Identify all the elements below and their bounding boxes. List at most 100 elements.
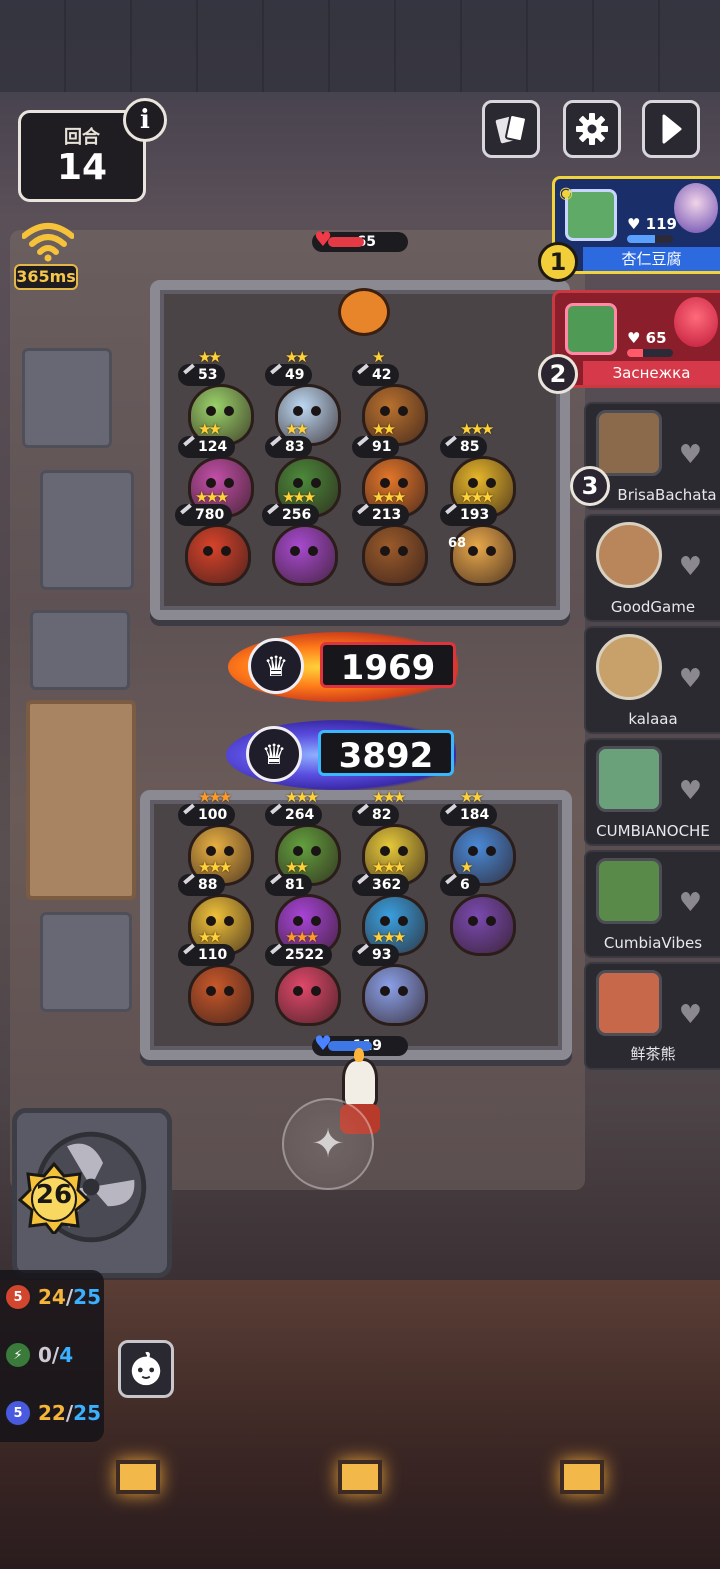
unit-attack-value: 53 — [198, 367, 218, 383]
metal-plate — [22, 348, 112, 448]
unit-attack-label: 193 — [440, 503, 498, 526]
player-unit[interactable]: ★★★ 93 — [352, 928, 438, 1028]
unit-sprite — [450, 524, 516, 586]
sword-icon — [270, 363, 282, 375]
metal-plate — [30, 610, 130, 690]
metal-plate — [40, 912, 132, 1012]
rank-badge: 2 — [538, 354, 578, 394]
sword-icon — [183, 363, 195, 375]
gear-icon — [576, 113, 608, 145]
player-unit[interactable]: ★★★ 2522 — [265, 928, 351, 1028]
eye-icon: ◉ — [559, 183, 573, 202]
unit-eye — [398, 406, 408, 416]
unit-attack-label: 2522 — [265, 943, 332, 966]
resource-current: 24 — [38, 1285, 66, 1309]
unit-eye — [293, 846, 303, 856]
sword-icon — [357, 363, 369, 375]
player-avatar — [596, 970, 662, 1036]
unit-eye — [468, 478, 478, 488]
player-unit[interactable]: ★★ 110 — [178, 928, 264, 1028]
unit-eye — [398, 986, 408, 996]
unit-attack-value: 100 — [198, 807, 228, 823]
sword-icon — [270, 873, 282, 885]
unit-sprite — [272, 524, 338, 586]
unit-eye — [486, 478, 496, 488]
resource-max: 25 — [73, 1401, 101, 1425]
sword-icon — [183, 943, 195, 955]
unit-eye — [468, 916, 478, 926]
unit-eye — [308, 546, 318, 556]
settings-button[interactable] — [563, 100, 621, 158]
unit-attack-value: 124 — [198, 439, 228, 455]
player-name: 鲜茶熊 — [630, 1045, 676, 1063]
player-card-8[interactable]: ♥ 鲜茶熊 — [584, 962, 720, 1070]
unit-label: 68 — [448, 536, 467, 551]
unit-eye — [380, 478, 390, 488]
hero-portrait — [674, 297, 718, 347]
unit-attack-label: 100 — [178, 803, 236, 826]
joystick[interactable]: ✦ — [282, 1098, 374, 1190]
unit-attack-value: 88 — [198, 877, 218, 893]
enemy-power: 1969 — [320, 642, 456, 688]
swords-icon: 5 — [4, 1283, 32, 1311]
sword-icon — [357, 873, 369, 885]
player-card-5[interactable]: ♥ kalaaa — [584, 626, 720, 734]
unit-attack-value: 110 — [198, 947, 228, 963]
unit-attack-label: 780 — [175, 503, 233, 526]
resource-row: 5 22/25 — [4, 1398, 101, 1428]
unit-attack-value: 213 — [372, 507, 402, 523]
unit-attack-label: 88 — [178, 873, 226, 896]
player-avatar — [596, 410, 662, 476]
player-power-banner: ♛ 3892 — [226, 720, 466, 790]
enemy-unit: ★★★ 213 — [352, 488, 438, 588]
window — [338, 1460, 382, 1494]
enemy-pet — [338, 288, 390, 336]
player-card-7[interactable]: ♥ CumbiaVibes — [584, 850, 720, 958]
player-card-6[interactable]: ♥ CUMBIANOCHE — [584, 738, 720, 846]
gem-icon: 5 — [4, 1399, 32, 1427]
info-button[interactable]: i — [123, 98, 167, 142]
wifi-icon — [22, 223, 74, 262]
sword-icon — [183, 435, 195, 447]
round-number: 14 — [56, 147, 108, 188]
cards-button[interactable] — [482, 100, 540, 158]
unit-attack-label: 53 — [178, 363, 226, 386]
unit-eye — [311, 846, 321, 856]
unit-eye — [486, 916, 496, 926]
player-name: CumbiaVibes — [603, 934, 703, 952]
player-card-4[interactable]: ♥ GoodGame — [584, 514, 720, 622]
unit-eye — [311, 478, 321, 488]
unit-attack-value: 83 — [285, 439, 305, 455]
crown-emblem-icon: ♛ — [246, 726, 302, 782]
player-name: kalaaa — [628, 710, 678, 728]
player-unit[interactable]: ★ 6 — [440, 858, 526, 958]
player-avatar — [596, 746, 662, 812]
unit-eye — [206, 916, 216, 926]
unit-eye — [468, 846, 478, 856]
next-button[interactable] — [642, 100, 700, 158]
unit-attack-label: 42 — [352, 363, 400, 386]
unit-attack-value: 82 — [372, 807, 392, 823]
player-name: BrisaBachata — [617, 486, 717, 504]
unit-eye — [380, 846, 390, 856]
unit-sprite — [188, 964, 254, 1026]
unit-sprite — [185, 524, 251, 586]
unit-eye — [486, 546, 496, 556]
crown-emblem-icon: ♛ — [248, 638, 304, 694]
player-name: Заснежка — [583, 361, 720, 385]
unit-attack-value: 93 — [372, 947, 392, 963]
player-avatar — [596, 634, 662, 700]
unit-eye — [380, 986, 390, 996]
pet-button[interactable] — [118, 1340, 174, 1398]
play-arrow-icon — [662, 114, 682, 144]
unit-attack-label: 81 — [265, 873, 313, 896]
broken-heart-icon: ♥ — [678, 664, 702, 694]
unit-attack-value: 256 — [282, 507, 312, 523]
unit-eye — [293, 986, 303, 996]
info-icon: i — [140, 105, 150, 135]
enemy-unit: ★★★ 780 — [175, 488, 261, 588]
player-avatar — [565, 303, 617, 355]
unit-eye — [380, 546, 390, 556]
unit-attack-value: 6 — [460, 877, 470, 893]
unit-attack-label: 83 — [265, 435, 313, 458]
